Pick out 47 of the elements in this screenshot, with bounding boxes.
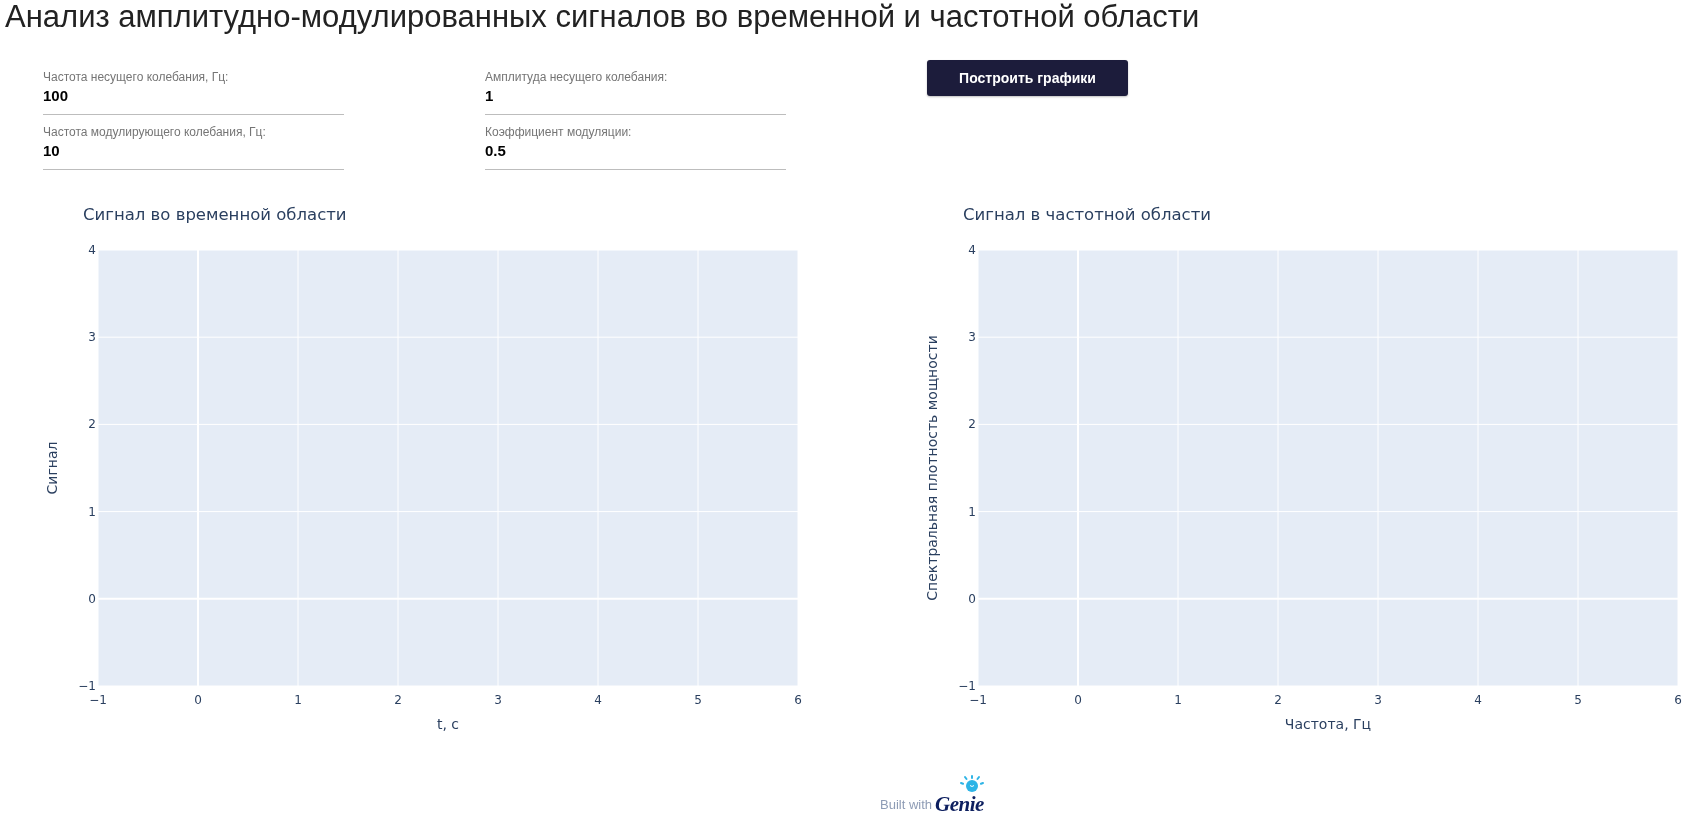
tick-label: 2	[1274, 693, 1282, 707]
tick-label: 6	[794, 693, 802, 707]
tick-label: 2	[968, 417, 976, 432]
tick-label: 3	[968, 330, 976, 345]
input-field[interactable]: 100	[43, 85, 344, 115]
field-label: Частота модулирующего колебания, Гц:	[43, 124, 267, 140]
axis-title: Частота, Гц	[1284, 716, 1372, 732]
field-label: Частота несущего колебания, Гц:	[43, 69, 230, 85]
tick-label: −1	[958, 679, 976, 693]
axis-title: Сигнал	[44, 441, 60, 495]
tick-label: 1	[968, 504, 976, 519]
tick-label: 2	[394, 693, 402, 707]
tick-label: 0	[1074, 693, 1082, 707]
tick-label: 5	[1574, 693, 1582, 707]
field-label: Амплитуда несущего колебания:	[485, 69, 669, 85]
tick-label: 2	[88, 417, 96, 432]
tick-label: 4	[1474, 693, 1482, 707]
input-field[interactable]: 0.5	[485, 140, 786, 170]
footer-text: Built with	[880, 797, 933, 813]
axis-title: t, с	[436, 716, 460, 732]
tick-label: 4	[968, 243, 976, 257]
tick-label: 1	[88, 504, 96, 519]
chart-title: Сигнал во временной области	[83, 205, 347, 224]
tick-label: 3	[88, 330, 96, 345]
page-title: Анализ амплитудно-модулированных сигналов во временной и частотной области	[5, 0, 1200, 34]
tick-label: 1	[1174, 693, 1182, 707]
tick-label: 0	[88, 591, 96, 606]
tick-label: 0	[968, 591, 976, 606]
tick-label: −1	[78, 679, 96, 693]
field-label: Коэффициент модуляции:	[485, 124, 633, 140]
tick-label: 4	[88, 243, 96, 257]
tick-label: 4	[594, 693, 602, 707]
tick-label: −1	[89, 693, 107, 707]
tick-label: 1	[294, 693, 302, 707]
tick-label: 3	[494, 693, 502, 707]
lightbulb-icon	[959, 775, 984, 792]
build-button[interactable]: Построить графики	[927, 60, 1128, 96]
chart-title: Сигнал в частотной области	[963, 205, 1211, 224]
input-field[interactable]: 1	[485, 85, 786, 115]
tick-label: 5	[694, 693, 702, 707]
tick-label: 6	[1674, 693, 1682, 707]
tick-label: 3	[1374, 693, 1382, 707]
tick-label: −1	[969, 693, 987, 707]
axis-title: Спектральная плотность мощности	[924, 335, 940, 601]
input-field[interactable]: 10	[43, 140, 344, 170]
logo-wordmark: Genie	[935, 792, 984, 816]
tick-label: 0	[194, 693, 202, 707]
